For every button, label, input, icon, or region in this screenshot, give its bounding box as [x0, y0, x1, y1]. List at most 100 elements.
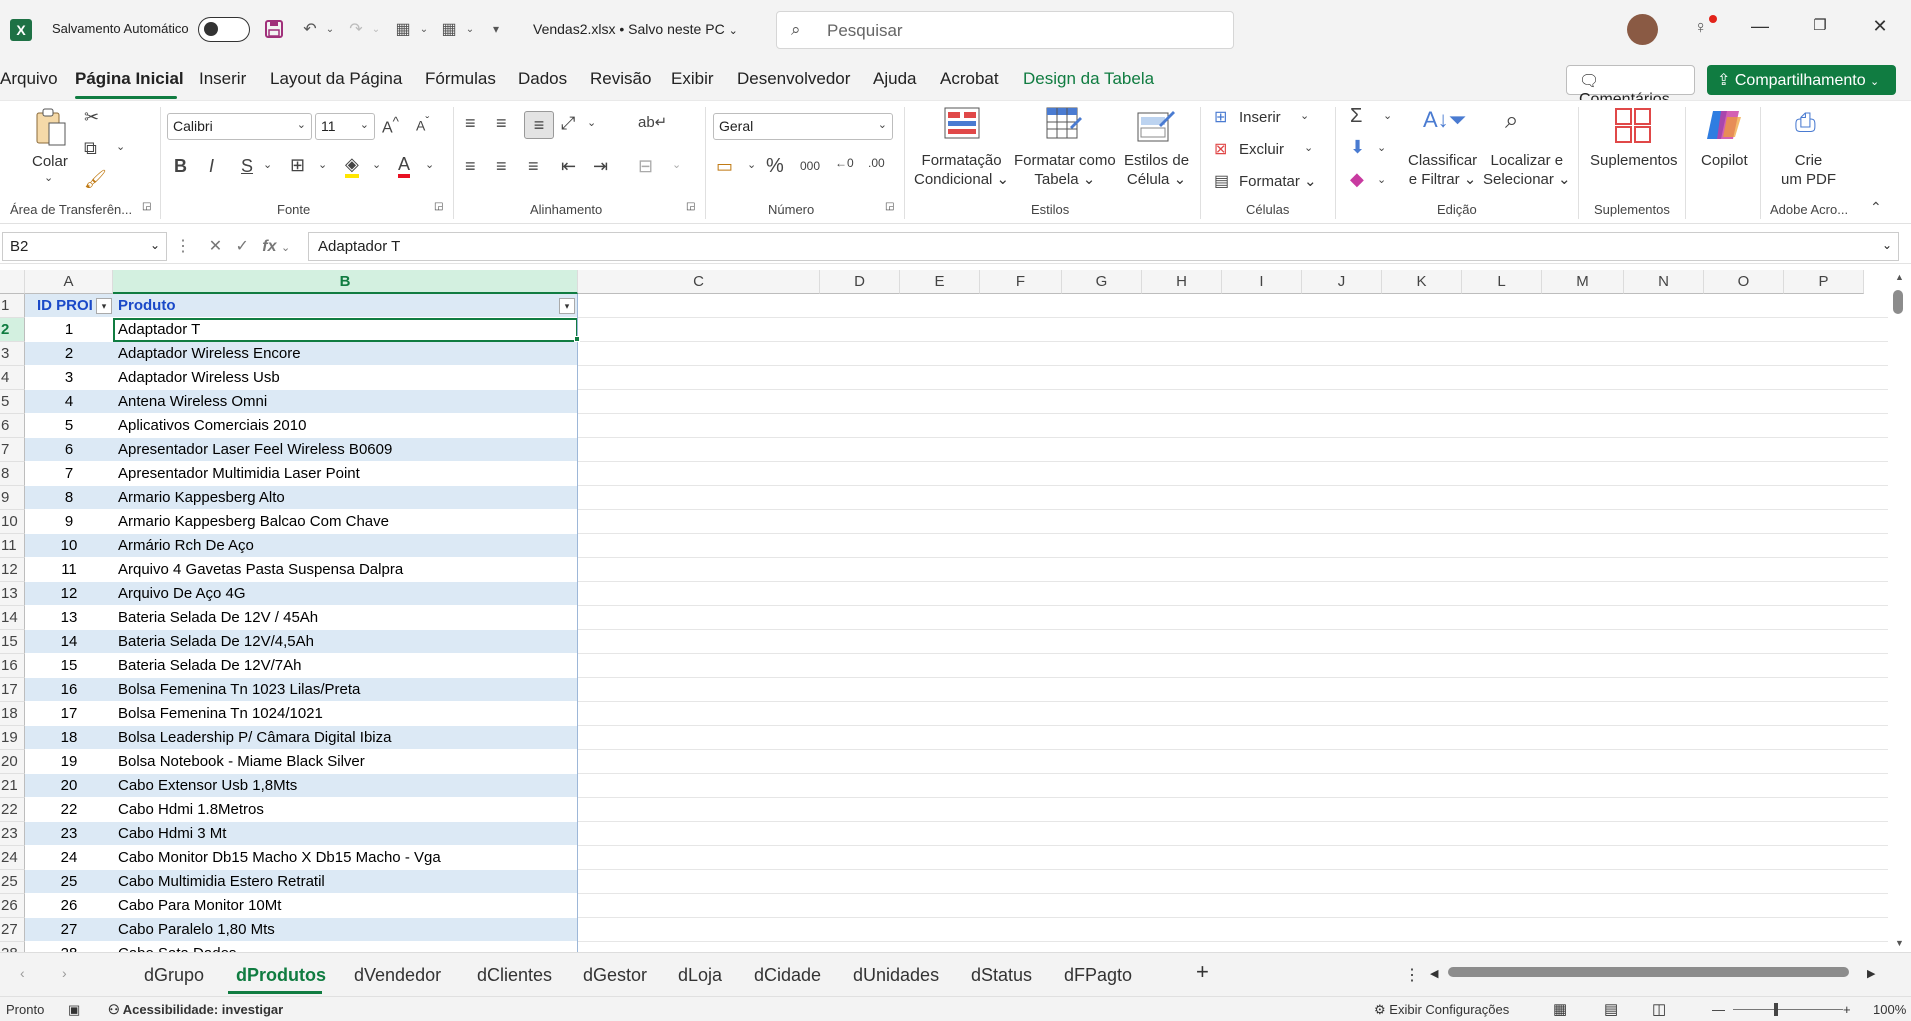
tab-formulas[interactable]: Fórmulas — [425, 69, 496, 89]
cell-styles-icon[interactable] — [1137, 107, 1175, 148]
normal-view-icon[interactable]: ▦ — [1553, 1000, 1567, 1018]
row-header[interactable]: 27 — [0, 918, 25, 942]
horizontal-scroll-thumb[interactable] — [1448, 967, 1849, 977]
row-header[interactable]: 10 — [0, 510, 25, 534]
paste-label[interactable]: Colar — [32, 152, 68, 171]
tab-ajuda[interactable]: Ajuda — [873, 69, 916, 89]
collapse-ribbon-icon[interactable]: ⌃ — [1870, 199, 1882, 216]
vertical-scroll-thumb[interactable] — [1893, 290, 1903, 314]
cell-produto[interactable]: Adaptador Wireless Encore — [113, 342, 578, 366]
sort-filter-icon[interactable]: A↓⏷ — [1423, 107, 1466, 133]
italic-icon[interactable]: I — [209, 156, 214, 177]
conditional-format-label[interactable]: Formatação Condicional ⌄ — [914, 151, 1009, 189]
cell-produto[interactable]: Apresentador Multimidia Laser Point — [113, 462, 578, 486]
align-right-icon[interactable]: ≡ — [528, 156, 539, 177]
zoom-out-icon[interactable]: — — [1712, 1002, 1725, 1017]
font-launcher-icon[interactable]: ◲ — [434, 201, 443, 212]
cancel-icon[interactable]: ✕ — [209, 238, 222, 255]
macro-recording-icon[interactable]: ▣ — [68, 1002, 80, 1018]
font-color-dropdown-icon[interactable]: ⌄ — [425, 158, 434, 171]
row-header[interactable]: 20 — [0, 750, 25, 774]
cell-id[interactable]: 20 — [25, 774, 113, 798]
accounting-format-icon[interactable]: ▭ — [716, 156, 733, 177]
filter-dropdown-icon[interactable]: ▾ — [559, 298, 575, 314]
cell-id[interactable]: 14 — [25, 630, 113, 654]
add-sheet-icon[interactable]: + — [1196, 959, 1209, 985]
filter-dropdown-icon[interactable]: ▾ — [96, 298, 112, 314]
row-header[interactable]: 4 — [0, 366, 25, 390]
cell-produto[interactable]: Cabo Hdmi 1.8Metros — [113, 798, 578, 822]
customize-toolbar-icon[interactable]: ▾ — [484, 17, 508, 41]
cell-id[interactable]: 22 — [25, 798, 113, 822]
cell-id[interactable]: 27 — [25, 918, 113, 942]
row-header[interactable]: 13 — [0, 582, 25, 606]
table-header-produto[interactable]: Produto — [113, 294, 578, 318]
cell-id[interactable]: 8 — [25, 486, 113, 510]
scroll-left-icon[interactable]: ◀ — [1430, 967, 1438, 980]
orientation-icon[interactable]: ⤢ — [561, 113, 575, 134]
row-header[interactable]: 26 — [0, 894, 25, 918]
copilot-label[interactable]: Copilot — [1701, 151, 1748, 170]
zoom-in-icon[interactable]: + — [1843, 1002, 1851, 1017]
page-break-view-icon[interactable]: ◫ — [1652, 1000, 1666, 1018]
column-header-i[interactable]: I — [1222, 270, 1302, 294]
tab-layout[interactable]: Layout da Página — [270, 69, 402, 89]
accessibility-status[interactable]: ⚇ Acessibilidade: investigar — [108, 1002, 283, 1018]
delete-cells-icon[interactable]: ⊠ — [1214, 139, 1227, 159]
cell-id[interactable]: 10 — [25, 534, 113, 558]
addins-icon[interactable] — [1614, 107, 1652, 148]
cell-id[interactable]: 5 — [25, 414, 113, 438]
tab-inserir[interactable]: Inserir — [199, 69, 246, 89]
cell-id[interactable]: 24 — [25, 846, 113, 870]
format-cells-icon[interactable]: ▤ — [1214, 171, 1229, 191]
font-color-icon[interactable]: A — [398, 154, 411, 178]
comma-style-icon[interactable]: 000 — [800, 159, 820, 173]
delete-dropdown-icon[interactable]: ⌄ — [1304, 141, 1313, 154]
cell-produto[interactable]: Arquivo 4 Gavetas Pasta Suspensa Dalpra — [113, 558, 578, 582]
cell-id[interactable]: 1 — [25, 318, 113, 342]
column-header-k[interactable]: K — [1382, 270, 1462, 294]
display-settings[interactable]: ⚙ Exibir Configurações — [1374, 1002, 1509, 1018]
cell-id[interactable]: 4 — [25, 390, 113, 414]
copy-icon[interactable]: ⧉ — [84, 138, 97, 159]
cell-produto[interactable]: Armario Kappesberg Balcao Com Chave — [113, 510, 578, 534]
row-header[interactable]: 14 — [0, 606, 25, 630]
column-header-h[interactable]: H — [1142, 270, 1222, 294]
cell-id[interactable]: 7 — [25, 462, 113, 486]
font-size-select[interactable]: 11 ⌄ — [315, 113, 375, 140]
cell-produto[interactable]: Cabo Multimidia Estero Retratil — [113, 870, 578, 894]
column-header-m[interactable]: M — [1542, 270, 1624, 294]
format-as-table-label[interactable]: Formatar como Tabela ⌄ — [1014, 151, 1116, 189]
format-cells-label[interactable]: Formatar ⌄ — [1239, 172, 1317, 191]
vertical-scrollbar[interactable]: ▲ ▼ — [1890, 270, 1911, 952]
clear-dropdown-icon[interactable]: ⌄ — [1377, 173, 1386, 186]
align-bottom-icon[interactable]: ≡ — [524, 111, 554, 139]
column-header-g[interactable]: G — [1062, 270, 1142, 294]
row-header[interactable]: 12 — [0, 558, 25, 582]
sheet-tab-dclientes[interactable]: dClientes — [477, 965, 552, 986]
tab-desenvolvedor[interactable]: Desenvolvedor — [737, 69, 850, 89]
row-header[interactable]: 5 — [0, 390, 25, 414]
fill-handle[interactable] — [574, 336, 580, 342]
orientation-dropdown-icon[interactable]: ⌄ — [587, 116, 596, 129]
sheet-tab-dloja[interactable]: dLoja — [678, 965, 722, 986]
insert-cells-icon[interactable]: ⊞ — [1214, 107, 1227, 127]
row-header[interactable]: 28 — [0, 942, 25, 952]
cell-id[interactable]: 15 — [25, 654, 113, 678]
tab-revisao[interactable]: Revisão — [590, 69, 651, 89]
cell-produto[interactable]: Cabo Para Monitor 10Mt — [113, 894, 578, 918]
expand-formula-icon[interactable]: ⌄ — [1882, 238, 1892, 252]
cell-id[interactable]: 11 — [25, 558, 113, 582]
search-box[interactable]: ⌕ Pesquisar — [776, 11, 1234, 49]
row-header[interactable]: 19 — [0, 726, 25, 750]
tab-acrobat[interactable]: Acrobat — [940, 69, 999, 89]
cell-produto[interactable]: Bolsa Femenina Tn 1023 Lilas/Preta — [113, 678, 578, 702]
autosum-dropdown-icon[interactable]: ⌄ — [1383, 109, 1392, 122]
sheet-tab-dgestor[interactable]: dGestor — [583, 965, 647, 986]
create-pdf-label[interactable]: Crie um PDF — [1781, 151, 1836, 189]
cell-styles-label[interactable]: Estilos de Célula ⌄ — [1124, 151, 1189, 189]
column-header-e[interactable]: E — [900, 270, 980, 294]
cell-id[interactable]: 12 — [25, 582, 113, 606]
underline-icon[interactable]: S — [241, 156, 253, 177]
paste-icon[interactable] — [34, 107, 68, 147]
